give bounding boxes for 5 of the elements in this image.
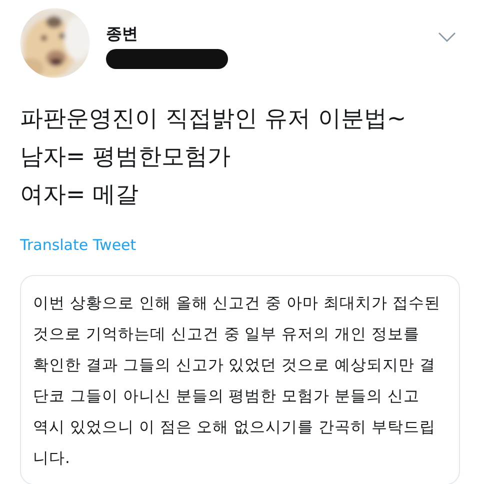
tweet-text: 파판운영진이 직접밝인 유저 이분법~ 남자= 평범한모험가 여자= 메갈 [20,105,408,210]
translate-link[interactable]: Translate Tweet [20,234,136,256]
quoted-text: 이번 상황으로 인해 올해 신고건 중 아마 최대치가 접수된 것으로 기억하는데 신고건 중 일부 유저의 개인 정보를 확인한 결과 그들의 신고가 있었던 것으로 예상되지만 결 단코 그들이 아니신 분들의 평범한 모험가 분들의 신고 역시 있었으니 이 점은 오해 없으시기를 간곡히 부탁드립 니다. [20,275,460,484]
author-name: 종변 [106,24,139,44]
chevron-down-icon[interactable] [438,32,456,42]
